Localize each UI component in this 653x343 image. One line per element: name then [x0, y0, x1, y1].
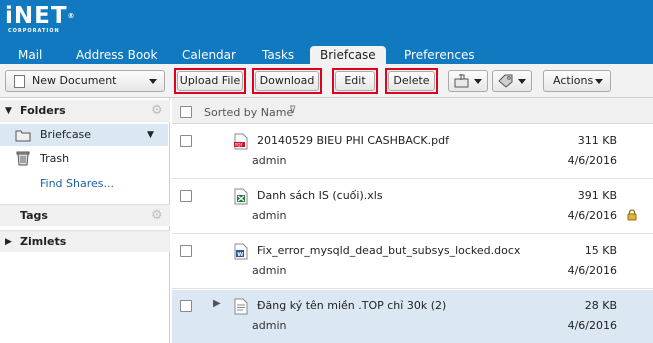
document-file-icon	[234, 298, 248, 315]
tab-calendar[interactable]: Calendar	[182, 48, 236, 62]
sidebar-item-label: Briefcase	[40, 128, 92, 141]
folders-label: Folders	[20, 104, 66, 117]
pdf-file-icon: PDF	[234, 133, 248, 150]
tags-header[interactable]: Tags ⚙	[0, 204, 170, 226]
word-file-icon: W	[234, 243, 248, 260]
file-owner: admin	[252, 319, 287, 332]
file-date: 4/6/2016	[567, 154, 617, 167]
zimlets-header[interactable]: ▶ Zimlets	[0, 230, 170, 252]
tab-briefcase[interactable]: Briefcase	[310, 46, 386, 64]
file-date: 4/6/2016	[567, 264, 617, 277]
file-list: Sorted by Name ⊽ PDF 20140529 BIEU PHI C…	[172, 98, 653, 343]
svg-text:W: W	[237, 252, 243, 258]
excel-file-icon	[234, 188, 248, 205]
folder-sidebar: ▼ Folders ⚙ Briefcase ▼ Trash Find Share…	[0, 98, 170, 343]
row-checkbox[interactable]	[180, 245, 192, 257]
new-document-label: New Document	[32, 74, 117, 87]
find-shares-link[interactable]: Find Shares...	[0, 173, 168, 195]
row-checkbox[interactable]	[180, 190, 192, 202]
chevron-down-icon	[518, 79, 526, 84]
tags-label: Tags	[20, 209, 48, 222]
file-size: 391 KB	[577, 189, 617, 202]
chevron-down-icon[interactable]	[149, 79, 157, 84]
logo-registered-mark: ®	[67, 12, 76, 20]
folder-move-icon	[454, 74, 469, 88]
new-document-button[interactable]: New Document	[5, 70, 165, 92]
file-owner: admin	[252, 209, 287, 222]
file-name[interactable]: Đăng ký tên miền .TOP chỉ 30k (2)	[257, 299, 446, 312]
row-checkbox[interactable]	[180, 300, 192, 312]
sort-icon[interactable]: ⊽	[289, 105, 296, 116]
trash-icon	[16, 151, 30, 166]
file-owner: admin	[252, 264, 287, 277]
new-document-icon	[14, 75, 25, 88]
chevron-down-icon	[474, 79, 482, 84]
tab-tasks[interactable]: Tasks	[262, 48, 294, 62]
list-header: Sorted by Name ⊽	[172, 98, 653, 124]
folders-header[interactable]: ▼ Folders ⚙	[0, 100, 170, 122]
row-checkbox[interactable]	[180, 135, 192, 147]
move-button[interactable]	[448, 70, 488, 92]
actions-button[interactable]: Actions	[543, 70, 611, 92]
file-name[interactable]: Fix_error_mysqld_dead_but_subsys_locked.…	[257, 244, 520, 257]
table-row[interactable]: W Fix_error_mysqld_dead_but_subsys_locke…	[172, 235, 653, 289]
find-shares-label: Find Shares...	[40, 177, 114, 190]
tab-address-book[interactable]: Address Book	[76, 48, 157, 62]
zimlets-label: Zimlets	[20, 235, 67, 248]
file-name[interactable]: 20140529 BIEU PHI CASHBACK.pdf	[257, 134, 449, 147]
tag-button[interactable]	[492, 70, 532, 92]
svg-text:PDF: PDF	[235, 143, 243, 148]
actions-label: Actions	[553, 74, 594, 87]
tag-icon	[498, 74, 513, 88]
file-name[interactable]: Danh sách IS (cuối).xls	[257, 189, 383, 202]
app-header: iNET® CORPORATION	[0, 0, 653, 48]
inet-logo[interactable]: iNET® CORPORATION	[5, 4, 76, 34]
expand-arrow-icon[interactable]: ▶	[213, 298, 221, 309]
table-row[interactable]: ▶ Đăng ký tên miền .TOP chỉ 30k (2) admi…	[172, 290, 653, 343]
file-owner: admin	[252, 154, 287, 167]
sidebar-item-label: Trash	[40, 152, 70, 165]
chevron-down-icon[interactable]: ▼	[147, 124, 154, 146]
lock-icon	[627, 209, 637, 221]
chevron-down-icon	[595, 79, 603, 84]
table-row[interactable]: Danh sách IS (cuối).xls admin 391 KB 4/6…	[172, 180, 653, 234]
upload-file-button[interactable]: Upload File	[177, 71, 243, 91]
file-size: 28 KB	[584, 299, 617, 312]
logo-text: iNET	[5, 3, 68, 29]
sidebar-item-briefcase[interactable]: Briefcase ▼	[0, 124, 168, 146]
file-size: 311 KB	[577, 134, 617, 147]
tab-preferences[interactable]: Preferences	[404, 48, 475, 62]
briefcase-toolbar: New Document Upload File Download Edit D…	[0, 64, 653, 98]
expand-triangle-icon[interactable]: ▶	[5, 231, 12, 253]
select-all-checkbox[interactable]	[180, 106, 192, 118]
briefcase-folder-icon	[15, 130, 31, 142]
sidebar-item-trash[interactable]: Trash	[0, 148, 168, 170]
file-size: 15 KB	[584, 244, 617, 257]
edit-button[interactable]: Edit	[335, 71, 375, 91]
file-date: 4/6/2016	[567, 209, 617, 222]
collapse-triangle-icon[interactable]: ▼	[5, 100, 12, 122]
gear-icon[interactable]: ⚙	[151, 205, 163, 227]
file-date: 4/6/2016	[567, 319, 617, 332]
tab-mail[interactable]: Mail	[18, 48, 42, 62]
sort-label[interactable]: Sorted by Name	[204, 106, 293, 119]
app-tab-bar: Mail Address Book Calendar Tasks Briefca…	[0, 44, 653, 64]
download-button[interactable]: Download	[255, 71, 319, 91]
table-row[interactable]: PDF 20140529 BIEU PHI CASHBACK.pdf admin…	[172, 125, 653, 179]
delete-button[interactable]: Delete	[388, 71, 435, 91]
gear-icon[interactable]: ⚙	[151, 100, 163, 122]
